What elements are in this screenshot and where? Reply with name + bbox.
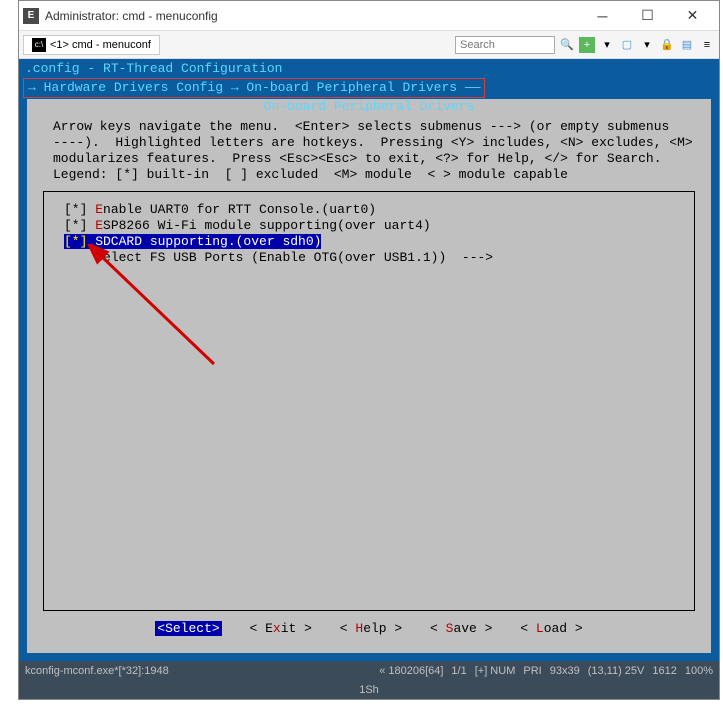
- tab-label: <1> cmd - menuconf: [50, 39, 151, 51]
- status-bar-2: 1Sh: [19, 681, 719, 699]
- menu-item-3[interactable]: Select FS USB Ports (Enable OTG(over USB…: [64, 250, 674, 266]
- save-button[interactable]: < Save >: [430, 621, 492, 636]
- status-mode: [+] NUM: [475, 665, 516, 677]
- status-line2: 1Sh: [359, 684, 379, 696]
- menu-icon[interactable]: ≡: [699, 37, 715, 53]
- search-input[interactable]: [455, 36, 555, 54]
- window-title: Administrator: cmd - menuconfig: [45, 9, 580, 23]
- maximize-button[interactable]: ☐: [625, 1, 670, 30]
- load-button[interactable]: < Load >: [520, 621, 582, 636]
- help-button[interactable]: < Help >: [340, 621, 402, 636]
- menu-list: [*] Enable UART0 for RTT Console.(uart0)…: [43, 191, 695, 611]
- status-pct: 100%: [685, 665, 713, 677]
- toolbar: c:\ <1> cmd - menuconf 🔍 + ▾ ▢ ▾ 🔒 ▤ ≡: [19, 31, 719, 59]
- layout-icon[interactable]: ▤: [679, 37, 695, 53]
- section-title: On-board Peripheral Drivers: [29, 99, 709, 115]
- status-cursor: (13,11) 25V: [588, 665, 645, 677]
- status-mem: 1612: [652, 665, 676, 677]
- menu-item-0[interactable]: [*] Enable UART0 for RTT Console.(uart0): [64, 202, 674, 218]
- status-encoding: « 180206[64]: [379, 665, 443, 677]
- menu-item-2[interactable]: [*] SDCARD supporting.(over sdh0): [64, 234, 321, 250]
- cmd-icon: c:\: [32, 38, 46, 52]
- minimize-button[interactable]: ─: [580, 1, 625, 30]
- config-header: .config - RT-Thread Configuration: [21, 61, 717, 77]
- breadcrumb: → Hardware Drivers Config → On-board Per…: [23, 78, 485, 98]
- lock-icon[interactable]: 🔒: [659, 37, 675, 53]
- terminal-area: .config - RT-Thread Configuration → Hard…: [19, 59, 719, 661]
- close-button[interactable]: ✕: [670, 1, 715, 30]
- add-icon[interactable]: +: [579, 37, 595, 53]
- button-bar: <Select> < Exit > < Help > < Save > < Lo…: [29, 617, 709, 641]
- menu-item-1[interactable]: [*] ESP8266 Wi-Fi module supporting(over…: [64, 218, 674, 234]
- status-position: 1/1: [451, 665, 466, 677]
- select-button[interactable]: <Select>: [155, 621, 221, 636]
- dropdown-icon[interactable]: ▾: [599, 37, 615, 53]
- exit-button[interactable]: < Exit >: [250, 621, 312, 636]
- dropdown2-icon[interactable]: ▾: [639, 37, 655, 53]
- status-pri: PRI: [523, 665, 541, 677]
- status-process: kconfig-mconf.exe*[*32]:1948: [25, 665, 169, 677]
- app-icon: E: [23, 8, 39, 24]
- tab-cmd[interactable]: c:\ <1> cmd - menuconf: [23, 35, 160, 55]
- window-titlebar: E Administrator: cmd - menuconfig ─ ☐ ✕: [19, 1, 719, 31]
- status-size: 93x39: [550, 665, 580, 677]
- help-text: Arrow keys navigate the menu. <Enter> se…: [29, 115, 709, 185]
- status-bar: kconfig-mconf.exe*[*32]:1948 « 180206[64…: [19, 661, 719, 681]
- search-icon[interactable]: 🔍: [559, 37, 575, 53]
- window-icon[interactable]: ▢: [619, 37, 635, 53]
